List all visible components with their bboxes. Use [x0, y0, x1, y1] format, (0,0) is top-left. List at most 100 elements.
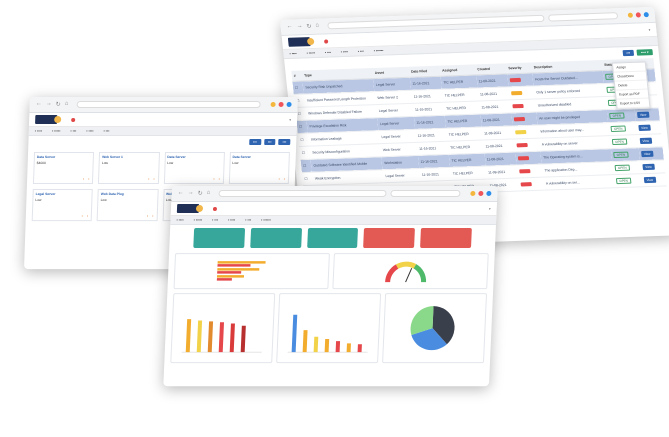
user-menu[interactable]: ▾ [648, 28, 650, 32]
asset-card[interactable]: Legal Server Low ▪ ▪ [31, 189, 93, 222]
asset-card-title: Web Data Plug [100, 192, 124, 197]
menu-item[interactable]: ▪ ▪▪▪▪ [86, 129, 93, 133]
gauge-segment [413, 264, 427, 283]
search-bar[interactable] [390, 190, 461, 198]
forward-icon[interactable]: → [296, 23, 303, 30]
logo [287, 37, 311, 47]
cell-action: View [640, 172, 667, 187]
menu-item[interactable]: ▪ ▪▪▪ [245, 218, 251, 222]
asset-card-title: Data Server [232, 155, 251, 160]
toolbar-button[interactable]: ▪▪▪ [248, 139, 261, 146]
hbar-bar [217, 268, 260, 271]
stat-dot-icon: ▪ [81, 214, 83, 219]
window-dots [270, 102, 292, 108]
blue-dot-icon[interactable] [486, 191, 492, 197]
blue-dot-icon[interactable] [643, 12, 650, 18]
yellow-dot-icon[interactable] [270, 102, 276, 108]
cell-assigned: TIC HELPER [446, 127, 483, 142]
stat-dot-icon: ▪ [283, 177, 286, 182]
toolbar-button[interactable]: ▪▪▪ [278, 139, 291, 146]
asset-card-value: Low [232, 161, 239, 166]
menu-item[interactable]: ▪ ▪▪▪ [70, 129, 76, 133]
cell-status: OPEN [612, 160, 641, 175]
toolbar-button-primary[interactable]: ▪▪▪ [622, 49, 635, 57]
menu-item[interactable]: ▪ ▪▪▪▪▪ [52, 129, 61, 133]
menu-item[interactable]: ▪ ▪▪▪▪▪▪ [261, 218, 271, 222]
toolbar-button[interactable]: ▪▪▪ [263, 139, 276, 146]
view-button[interactable]: View [643, 176, 657, 184]
menu-item[interactable]: ▪ ▪▪▪▪ [289, 52, 297, 56]
asset-card[interactable]: Web Data Plug Low ▪ ▪ [96, 189, 159, 222]
gauge-needle [405, 267, 413, 283]
menu-item[interactable]: ▪ ▪▪▪ [358, 49, 364, 53]
red-dot-icon[interactable] [278, 102, 284, 108]
header-tabs [212, 206, 218, 211]
vbar-chart-mid [287, 314, 368, 353]
cell-severity [511, 112, 538, 126]
asset-card[interactable]: Data Server Low ▪ ▪ [163, 152, 225, 185]
menu-item[interactable]: ▪ ▪▪▪▪▪ [194, 218, 203, 222]
yellow-dot-icon[interactable] [627, 12, 634, 18]
cell-action: View [635, 120, 662, 135]
view-button[interactable]: View [636, 111, 650, 119]
back-icon[interactable]: ← [178, 190, 184, 197]
address-bar[interactable] [218, 190, 387, 198]
header-tabs [71, 117, 76, 122]
kpi-card[interactable] [193, 228, 245, 249]
menu-item[interactable]: ▪ ▪▪▪ [103, 129, 109, 133]
kpi-card[interactable] [363, 228, 416, 249]
user-menu[interactable]: ▾ [289, 118, 291, 122]
home-icon[interactable]: ⌂ [207, 190, 211, 197]
blue-dot-icon[interactable] [286, 102, 292, 108]
menu-item[interactable]: ▪ ▪▪▪ [325, 50, 331, 54]
stat-dot-icon: ▪ [82, 177, 85, 182]
kpi-card[interactable] [250, 228, 302, 249]
hbar-panel [173, 253, 330, 290]
menu-item[interactable]: ▪ ▪▪▪▪▪ [306, 51, 315, 55]
cell-severity [509, 99, 537, 113]
kpi-card[interactable] [306, 228, 359, 249]
back-icon[interactable]: ← [286, 24, 293, 31]
view-button[interactable]: View [637, 124, 651, 132]
table-body: ☐ Security Risk Unpatched Legal Server 11-1… [292, 68, 667, 199]
vbar-bar [302, 330, 308, 353]
menu-item[interactable]: ▪ ▪▪▪▪ [176, 218, 183, 222]
view-button[interactable]: View [640, 150, 654, 158]
yellow-dot-icon[interactable] [470, 191, 476, 197]
forward-icon[interactable]: → [46, 101, 52, 108]
cell-assigned: TIC HELPER [443, 100, 481, 116]
asset-card[interactable]: Data Server Low ▪ ▪ [228, 152, 290, 185]
gauge-segment [385, 264, 399, 283]
cell-asset: Legal Server [382, 168, 421, 183]
home-icon[interactable]: ⌂ [65, 101, 69, 108]
asset-card[interactable]: Web Server 1 Low ▪ ▪ [98, 152, 160, 185]
view-button[interactable]: View [641, 163, 655, 171]
red-dot-icon[interactable] [635, 12, 642, 18]
address-bar[interactable] [76, 101, 261, 109]
dropdown-item[interactable]: Export to CSV [616, 98, 650, 109]
reload-icon[interactable]: ↻ [197, 190, 202, 197]
asset-card-stats: ▪▪ [213, 177, 219, 181]
reload-icon[interactable]: ↻ [306, 23, 312, 30]
red-dot-icon[interactable] [478, 191, 484, 197]
menu-item[interactable]: ▪ ▪▪▪▪ [228, 218, 235, 222]
asset-card[interactable]: Data Server $4000 ▪ ▪ [32, 152, 95, 185]
menu-item[interactable]: ▪ ▪▪▪▪ [341, 50, 349, 54]
vbar-panel-left [170, 293, 276, 364]
toolbar-button-actions[interactable]: ▪▪▪▪ ▾ [636, 49, 653, 56]
search-bar[interactable] [547, 12, 619, 22]
forward-icon[interactable]: → [188, 190, 194, 197]
kpi-card[interactable] [420, 228, 472, 249]
menu-item[interactable]: ▪ ▪▪▪ [212, 218, 218, 222]
reload-icon[interactable]: ↻ [56, 101, 61, 108]
logo [176, 204, 200, 214]
back-icon[interactable]: ← [36, 101, 42, 108]
menu-item[interactable]: ▪ ▪▪▪▪ [35, 129, 42, 133]
home-icon[interactable]: ⌂ [315, 23, 319, 30]
user-menu[interactable]: ▾ [489, 207, 491, 211]
vbar-chart-left [181, 319, 262, 353]
menu-item[interactable]: ▪ ▪▪▪▪▪▪ [374, 49, 384, 53]
cell-status: OPEN [606, 108, 636, 123]
view-button[interactable]: View [639, 137, 653, 145]
cell-date-filed: 11-16-2021 [412, 102, 445, 117]
